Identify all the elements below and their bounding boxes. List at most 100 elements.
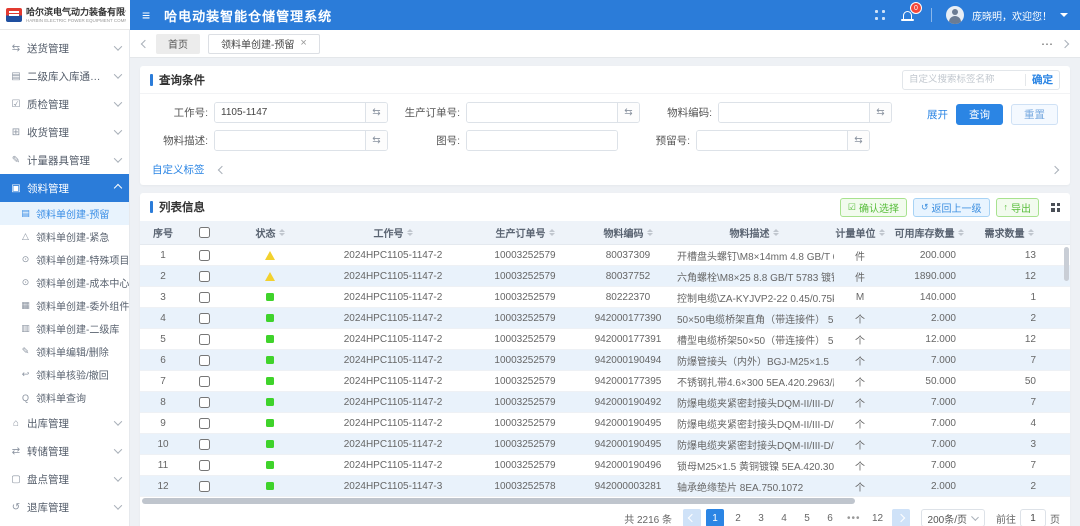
图号-input[interactable] <box>467 131 617 150</box>
sidebar-item[interactable]: ▤二级库入库通知单 <box>0 62 129 90</box>
confirm-select-button[interactable]: ☑ 确认选择 <box>840 198 907 217</box>
sort-icon[interactable] <box>773 229 779 236</box>
tags-scroll-left-icon[interactable] <box>217 165 225 173</box>
cell-select[interactable] <box>186 287 222 307</box>
sidebar-item[interactable]: ⇆送货管理 <box>0 34 129 62</box>
tags-scroll-right-icon[interactable] <box>1051 165 1059 173</box>
table-row[interactable]: 62024HPC1105-1147-2100032525799420001904… <box>140 350 1070 371</box>
table-row[interactable]: 42024HPC1105-1147-2100032525799420001773… <box>140 308 1070 329</box>
sidebar-item[interactable]: ▢盘点管理 <box>0 465 129 493</box>
row-checkbox[interactable] <box>199 376 210 387</box>
select-all-checkbox[interactable] <box>199 227 210 238</box>
reset-button[interactable]: 重置 <box>1011 104 1058 125</box>
tabs-scroll-right-icon[interactable] <box>1061 39 1069 47</box>
column-header-desc[interactable]: 物料描述 <box>674 221 834 244</box>
custom-search-tag-input[interactable] <box>909 74 1019 85</box>
table-row[interactable]: 82024HPC1105-1147-2100032525799420001904… <box>140 392 1070 413</box>
previous-page-button[interactable] <box>683 509 701 526</box>
table-row[interactable]: 52024HPC1105-1147-2100032525799420001773… <box>140 329 1070 350</box>
sidebar-subitem[interactable]: ▤领料单创建-预留 <box>0 202 129 225</box>
search-button[interactable]: 查询 <box>956 104 1003 125</box>
tabs-scroll-left-icon[interactable] <box>141 39 149 47</box>
sidebar-collapse-icon[interactable]: ≡ <box>142 8 150 22</box>
cell-select[interactable] <box>186 455 222 475</box>
sidebar-item[interactable]: ☑质检管理 <box>0 90 129 118</box>
cell-select[interactable] <box>186 245 222 265</box>
sidebar-subitem[interactable]: ⊙领料单创建-特殊项目 <box>0 248 129 271</box>
column-header-demand[interactable]: 需求数量 <box>972 221 1046 244</box>
cell-select[interactable] <box>186 350 222 370</box>
user-greeting[interactable]: 庞晓明，欢迎您！ <box>972 8 1052 23</box>
table-row[interactable]: 72024HPC1105-1147-2100032525799420001773… <box>140 371 1070 392</box>
pagination-ellipsis[interactable]: ••• <box>844 509 864 526</box>
table-row[interactable]: 22024HPC1105-1147-21000325257980037752六角… <box>140 266 1070 287</box>
page-button[interactable]: 1 <box>706 509 724 526</box>
cell-select[interactable] <box>186 476 222 496</box>
row-checkbox[interactable] <box>199 481 210 492</box>
sidebar-item[interactable]: ⊞收货管理 <box>0 118 129 146</box>
column-header-select[interactable] <box>186 221 222 244</box>
table-row[interactable]: 32024HPC1105-1147-21000325257980222370控制… <box>140 287 1070 308</box>
back-button[interactable]: ↺ 返回上一级 <box>913 198 990 217</box>
page-button[interactable]: 5 <box>798 509 816 526</box>
table-row[interactable]: 112024HPC1105-1147-210003252579942000190… <box>140 455 1070 476</box>
filter-icon[interactable]: ⇆ <box>617 103 639 122</box>
cell-select[interactable] <box>186 392 222 412</box>
sidebar-item[interactable]: ⇄转储管理 <box>0 437 129 465</box>
tab-home[interactable]: 首页 <box>156 34 200 54</box>
sidebar-item[interactable]: ✎计量器具管理 <box>0 146 129 174</box>
row-checkbox[interactable] <box>199 439 210 450</box>
工作号-input[interactable] <box>215 103 365 122</box>
filter-icon[interactable]: ⇆ <box>365 131 387 150</box>
page-button[interactable]: 6 <box>821 509 839 526</box>
sidebar-item[interactable]: ⌂出库管理 <box>0 409 129 437</box>
row-checkbox[interactable] <box>199 460 210 471</box>
row-checkbox[interactable] <box>199 418 210 429</box>
avatar[interactable] <box>946 6 964 24</box>
cell-select[interactable] <box>186 434 222 454</box>
notification-bell[interactable]: 0 <box>899 6 917 24</box>
column-header-code[interactable]: 物料编码 <box>582 221 674 244</box>
tabs-more-icon[interactable]: ⋯ <box>1041 37 1054 51</box>
page-button[interactable]: 2 <box>729 509 747 526</box>
sidebar-subitem[interactable]: Q领料单查询 <box>0 386 129 409</box>
page-button[interactable]: 12 <box>869 509 887 526</box>
cell-select[interactable] <box>186 329 222 349</box>
预留号-input[interactable] <box>697 131 847 150</box>
sidebar-item[interactable]: ▣领料管理 <box>0 174 129 202</box>
sort-icon[interactable] <box>407 229 413 236</box>
column-header-order_no[interactable]: 生产订单号 <box>468 221 582 244</box>
物料编码-input[interactable] <box>719 103 869 122</box>
filter-icon[interactable]: ⇆ <box>869 103 891 122</box>
table-row[interactable]: 102024HPC1105-1147-210003252579942000190… <box>140 434 1070 455</box>
custom-tag-link[interactable]: 自定义标签 <box>152 162 205 177</box>
filter-icon[interactable]: ⇆ <box>365 103 387 122</box>
row-checkbox[interactable] <box>199 250 210 261</box>
expand-link[interactable]: 展开 <box>927 107 948 122</box>
column-header-status[interactable]: 状态 <box>222 221 318 244</box>
row-checkbox[interactable] <box>199 355 210 366</box>
next-page-button[interactable] <box>892 509 910 526</box>
sidebar-subitem[interactable]: ▥领料单创建-二级库 <box>0 317 129 340</box>
tab-material-create-reserve[interactable]: 领料单创建-预留 × <box>208 34 320 54</box>
sidebar-subitem[interactable]: ⊙领料单创建-成本中心 <box>0 271 129 294</box>
row-checkbox[interactable] <box>199 292 210 303</box>
row-checkbox[interactable] <box>199 334 210 345</box>
sidebar-subitem[interactable]: ↩领料单核验/撤回 <box>0 363 129 386</box>
sort-icon[interactable] <box>1028 229 1034 236</box>
sort-icon[interactable] <box>549 229 555 236</box>
sidebar-item[interactable]: ↺退库管理 <box>0 493 129 521</box>
column-header-unit[interactable]: 计量单位 <box>834 221 886 244</box>
filter-icon[interactable]: ⇆ <box>847 131 869 150</box>
sidebar-subitem[interactable]: ▦领料单创建-委外组件 <box>0 294 129 317</box>
cell-select[interactable] <box>186 413 222 433</box>
cell-select[interactable] <box>186 308 222 328</box>
page-button[interactable]: 4 <box>775 509 793 526</box>
row-checkbox[interactable] <box>199 397 210 408</box>
sort-icon[interactable] <box>279 229 285 236</box>
生产订单号-input[interactable] <box>467 103 617 122</box>
table-row[interactable]: 12024HPC1105-1147-21000325257980037309开槽… <box>140 245 1070 266</box>
table-row[interactable]: 122024HPC1105-1147-310003252578942000003… <box>140 476 1070 497</box>
物料描述-input[interactable] <box>215 131 365 150</box>
cell-select[interactable] <box>186 266 222 286</box>
